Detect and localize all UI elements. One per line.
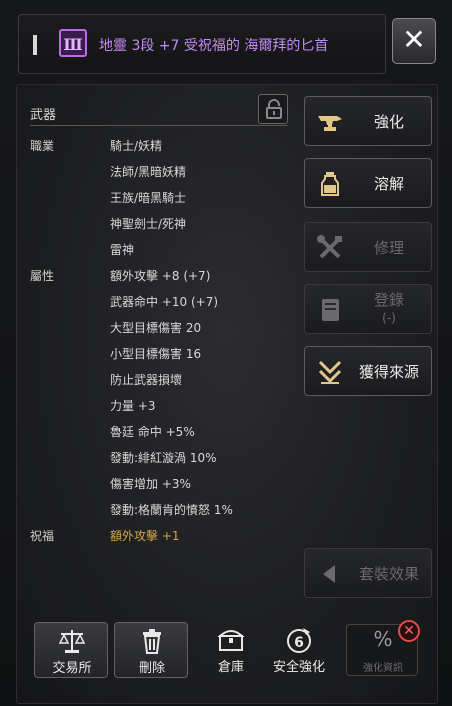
section-divider xyxy=(30,125,288,126)
safe-enhance-label: 安全強化 xyxy=(272,660,325,675)
class-item: 騎士/妖精 xyxy=(110,139,163,153)
anvil-icon xyxy=(315,107,345,137)
acquisition-source-button[interactable]: 獲得來源 xyxy=(304,346,432,396)
book-icon xyxy=(315,295,345,325)
storage-label: 倉庫 xyxy=(217,660,244,675)
class-item: 神聖劍士/死神 xyxy=(110,217,187,231)
attribute-item: 力量 +3 xyxy=(110,399,156,413)
repair-label: 修理 xyxy=(373,239,404,257)
register-label-line2: (-) xyxy=(382,311,396,325)
item-grade-badge: Ⅲ xyxy=(59,29,87,57)
alert-close-icon[interactable]: ✕ xyxy=(398,620,420,642)
title-bar-mark xyxy=(33,35,37,55)
register-button[interactable]: 登錄 (-) xyxy=(304,284,432,334)
blessing-label: 祝福 xyxy=(30,529,55,543)
item-title: 地靈 3段 +7 受祝福的 海爾拜的匕首 xyxy=(99,38,329,54)
exchange-label: 交易所 xyxy=(52,661,92,676)
attribute-item: 魯廷 命中 +5% xyxy=(110,425,195,439)
attribute-item: 小型目標傷害 16 xyxy=(110,347,202,361)
dissolve-label: 溶解 xyxy=(373,175,404,193)
class-item: 王族/暗黑騎士 xyxy=(110,191,187,205)
enhance-button[interactable]: 強化 xyxy=(304,96,432,146)
attribute-item: 發動:格蘭肯的憤怒 1% xyxy=(110,503,233,517)
class-item: 法師/黑暗妖精 xyxy=(110,165,187,179)
class-item: 雷神 xyxy=(110,243,135,257)
dissolve-button[interactable]: 溶解 xyxy=(304,158,432,208)
register-label-line1: 登錄 xyxy=(373,291,404,309)
delete-button[interactable]: 刪除 xyxy=(114,622,188,678)
attribute-item: 防止武器損壞 xyxy=(110,373,183,387)
acquisition-source-label: 獲得來源 xyxy=(358,363,419,381)
safe-enhance-button[interactable]: 6 安全強化 xyxy=(262,622,336,678)
close-button[interactable]: ✕ xyxy=(392,18,436,64)
class-label: 職業 xyxy=(30,139,55,153)
triangle-left-icon xyxy=(315,559,345,589)
exchange-button[interactable]: 交易所 xyxy=(34,622,108,678)
safe-enhance-icon: 6 xyxy=(284,626,314,654)
delete-label: 刪除 xyxy=(138,661,165,676)
attribute-item: 額外攻擊 +8 (+7) xyxy=(110,269,211,283)
repair-button[interactable]: 修理 xyxy=(304,222,432,272)
set-effect-button[interactable]: 套裝效果 xyxy=(304,548,432,598)
attribute-item: 傷害增加 +3% xyxy=(110,477,191,491)
attribute-item: 大型目標傷害 20 xyxy=(110,321,202,335)
enhance-info-label: 強化資訊 xyxy=(363,663,403,674)
potion-bottle-icon xyxy=(315,169,345,199)
trash-icon xyxy=(137,627,167,655)
lock-icon[interactable] xyxy=(258,94,288,124)
register-label: 登錄 (-) xyxy=(351,291,427,341)
tools-icon xyxy=(315,233,345,263)
treasure-chest-icon xyxy=(216,626,246,654)
item-type-label: 武器 xyxy=(30,108,57,123)
enhance-label: 強化 xyxy=(373,113,404,131)
set-effect-label: 套裝效果 xyxy=(358,565,419,583)
title-bar: Ⅲ 地靈 3段 +7 受祝福的 海爾拜的匕首 xyxy=(18,14,386,74)
attribute-item: 武器命中 +10 (+7) xyxy=(110,295,219,309)
svg-text:6: 6 xyxy=(294,635,304,651)
blessing-value: 額外攻擊 +1 xyxy=(110,529,180,543)
attribute-item: 發動:緋紅漩渦 10% xyxy=(110,451,217,465)
item-detail-window: Ⅲ 地靈 3段 +7 受祝福的 海爾拜的匕首 ✕ 武器 職業 騎士/妖精 法師/… xyxy=(0,0,452,706)
attribute-label: 屬性 xyxy=(30,269,55,283)
scales-icon xyxy=(57,627,87,655)
chevron-emblem-icon xyxy=(315,357,345,387)
storage-button[interactable]: 倉庫 xyxy=(194,622,268,678)
